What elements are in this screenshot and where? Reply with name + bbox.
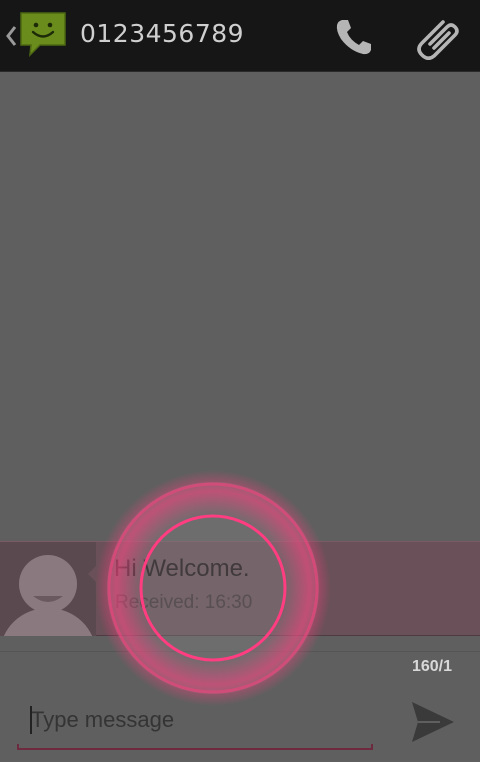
message-item[interactable]: Hi Welcome. Received: 16:30 [0,541,480,636]
up-button[interactable] [0,0,70,72]
contact-avatar-icon[interactable] [0,542,96,636]
message-input-wrap [17,692,373,752]
input-underline [17,744,373,750]
call-button[interactable] [318,0,390,72]
action-bar: 0123456789 [0,0,480,72]
message-input[interactable] [17,692,373,748]
character-counter: 160/1 [411,658,452,675]
send-button[interactable] [400,692,466,752]
message-text: Hi Welcome. [114,555,250,582]
send-icon [412,702,454,742]
messaging-icon [20,12,66,58]
contact-number-title: 0123456789 [80,19,245,48]
chevron-left-icon [6,26,17,46]
paperclip-icon [417,20,459,60]
text-cursor [30,706,32,734]
message-status: Received: 16:30 [115,592,253,613]
attach-button[interactable] [400,0,480,72]
phone-icon [336,20,371,55]
composer-bar: 160/1 [0,651,480,762]
